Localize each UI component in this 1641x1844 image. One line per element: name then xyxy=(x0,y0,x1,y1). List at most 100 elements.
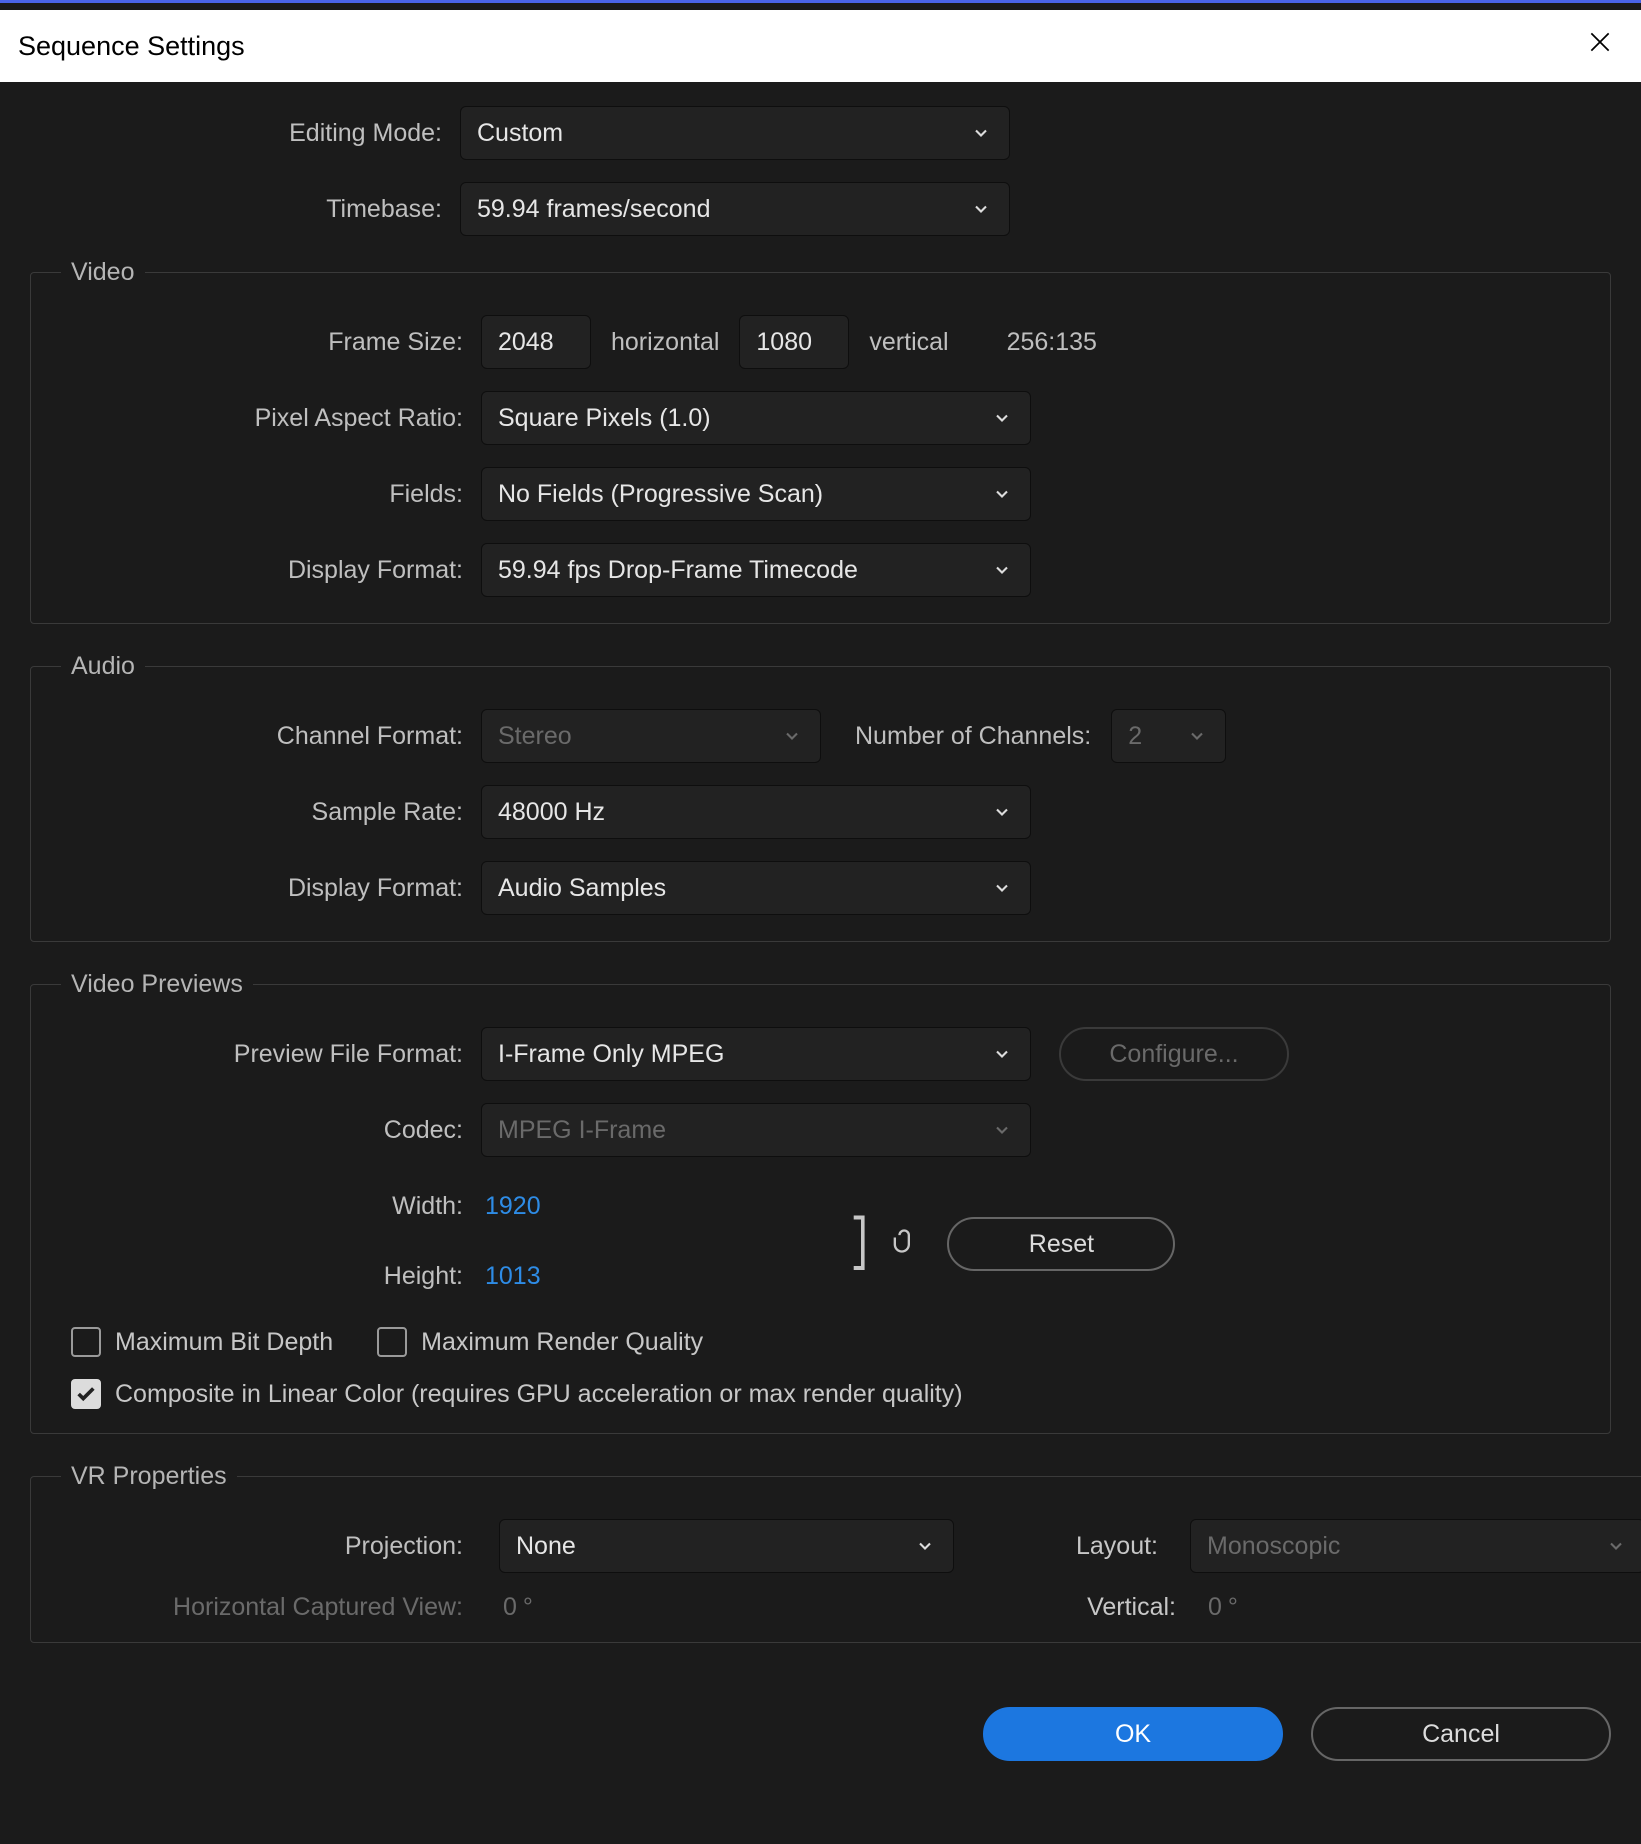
frame-height-input[interactable]: 1080 xyxy=(739,315,849,369)
timebase-value: 59.94 frames/second xyxy=(477,195,710,224)
channel-format-value: Stereo xyxy=(498,722,572,751)
app-topbar xyxy=(0,0,1641,10)
chevron-down-icon xyxy=(990,876,1014,900)
num-channels-label: Number of Channels: xyxy=(821,722,1111,751)
codec-label: Codec: xyxy=(51,1116,481,1145)
horizontal-label: horizontal xyxy=(591,328,739,357)
checkbox-icon xyxy=(377,1327,407,1357)
preview-file-format-select[interactable]: I-Frame Only MPEG xyxy=(481,1027,1031,1081)
max-render-quality-checkbox[interactable]: Maximum Render Quality xyxy=(377,1327,703,1357)
audio-display-format-label: Display Format: xyxy=(51,874,481,903)
max-bit-depth-checkbox[interactable]: Maximum Bit Depth xyxy=(71,1327,333,1357)
chevron-down-icon xyxy=(969,197,993,221)
chevron-down-icon xyxy=(990,482,1014,506)
degree-symbol: ° xyxy=(523,1593,533,1621)
v-captured-view-value-wrap: 0° xyxy=(1208,1593,1238,1622)
vertical-label: vertical xyxy=(849,328,968,357)
frame-width-value: 2048 xyxy=(498,328,554,357)
degree-symbol: ° xyxy=(1228,1593,1238,1621)
pixel-aspect-label: Pixel Aspect Ratio: xyxy=(51,404,481,433)
preview-file-format-label: Preview File Format: xyxy=(51,1040,481,1069)
layout-label: Layout: xyxy=(972,1532,1172,1561)
preview-height-value[interactable]: 1013 xyxy=(481,1262,541,1291)
cancel-label: Cancel xyxy=(1422,1720,1500,1749)
audio-legend: Audio xyxy=(61,652,145,681)
configure-label: Configure... xyxy=(1109,1040,1238,1069)
max-render-quality-label: Maximum Render Quality xyxy=(421,1328,703,1357)
projection-label: Projection: xyxy=(51,1532,481,1561)
sample-rate-value: 48000 Hz xyxy=(498,798,605,827)
checkbox-icon xyxy=(71,1327,101,1357)
chevron-down-icon xyxy=(780,724,804,748)
chevron-down-icon xyxy=(990,406,1014,430)
layout-select: Monoscopic xyxy=(1190,1519,1641,1573)
preview-width-value[interactable]: 1920 xyxy=(481,1192,541,1221)
frame-ratio-text: 256:135 xyxy=(1007,328,1097,357)
fields-select[interactable]: No Fields (Progressive Scan) xyxy=(481,467,1031,521)
configure-button: Configure... xyxy=(1059,1027,1289,1081)
projection-value: None xyxy=(516,1532,576,1561)
fields-label: Fields: xyxy=(51,480,481,509)
video-legend: Video xyxy=(61,258,145,287)
dialog-footer: OK Cancel xyxy=(0,1681,1641,1781)
channel-format-select: Stereo xyxy=(481,709,821,763)
audio-display-format-value: Audio Samples xyxy=(498,874,666,903)
h-captured-view-value: 0 xyxy=(503,1593,523,1621)
chevron-down-icon xyxy=(969,121,993,145)
sample-rate-select[interactable]: 48000 Hz xyxy=(481,785,1031,839)
video-display-format-value: 59.94 fps Drop-Frame Timecode xyxy=(498,556,858,585)
frame-height-value: 1080 xyxy=(756,328,812,357)
max-bit-depth-label: Maximum Bit Depth xyxy=(115,1328,333,1357)
composite-linear-checkbox[interactable]: Composite in Linear Color (requires GPU … xyxy=(71,1379,963,1409)
checkbox-checked-icon xyxy=(71,1379,101,1409)
composite-linear-label: Composite in Linear Color (requires GPU … xyxy=(115,1380,963,1409)
dialog-title: Sequence Settings xyxy=(18,31,245,62)
fields-value: No Fields (Progressive Scan) xyxy=(498,480,823,509)
codec-value: MPEG I-Frame xyxy=(498,1116,666,1145)
dialog-titlebar: Sequence Settings xyxy=(0,10,1641,82)
frame-size-label: Frame Size: xyxy=(51,328,481,357)
video-previews-group: Video Previews Preview File Format: I-Fr… xyxy=(30,970,1611,1434)
h-captured-view-label: Horizontal Captured View: xyxy=(51,1593,481,1622)
preview-height-label: Height: xyxy=(51,1262,481,1291)
vr-properties-group: VR Properties Projection: None Layout: M… xyxy=(30,1462,1641,1643)
chevron-down-icon xyxy=(1185,724,1209,748)
h-captured-view-value-wrap: 0° xyxy=(499,1593,954,1622)
pixel-aspect-select[interactable]: Square Pixels (1.0) xyxy=(481,391,1031,445)
layout-value: Monoscopic xyxy=(1207,1532,1340,1561)
reset-label: Reset xyxy=(1029,1230,1094,1259)
reset-button[interactable]: Reset xyxy=(947,1217,1175,1271)
v-captured-label: Vertical: xyxy=(972,1593,1190,1622)
link-icon[interactable] xyxy=(889,1227,947,1262)
editing-mode-select[interactable]: Custom xyxy=(460,106,1010,160)
projection-select[interactable]: None xyxy=(499,1519,954,1573)
frame-width-input[interactable]: 2048 xyxy=(481,315,591,369)
video-previews-legend: Video Previews xyxy=(61,970,253,999)
chevron-down-icon xyxy=(990,800,1014,824)
close-icon[interactable] xyxy=(1577,25,1623,67)
video-group: Video Frame Size: 2048 horizontal 1080 v… xyxy=(30,258,1611,624)
video-display-format-select[interactable]: 59.94 fps Drop-Frame Timecode xyxy=(481,543,1031,597)
video-display-format-label: Display Format: xyxy=(51,556,481,585)
editing-mode-value: Custom xyxy=(477,119,563,148)
chevron-down-icon xyxy=(1604,1534,1628,1558)
link-bracket-icon: ] xyxy=(848,1220,882,1268)
num-channels-select: 2 xyxy=(1111,709,1226,763)
chevron-down-icon xyxy=(990,558,1014,582)
cancel-button[interactable]: Cancel xyxy=(1311,1707,1611,1761)
channel-format-label: Channel Format: xyxy=(51,722,481,751)
dialog-content: Editing Mode: Custom Timebase: 59.94 fra… xyxy=(0,82,1641,1681)
chevron-down-icon xyxy=(990,1042,1014,1066)
editing-mode-label: Editing Mode: xyxy=(30,119,460,148)
num-channels-value: 2 xyxy=(1128,722,1142,751)
sample-rate-label: Sample Rate: xyxy=(51,798,481,827)
audio-group: Audio Channel Format: Stereo Number of C… xyxy=(30,652,1611,942)
timebase-select[interactable]: 59.94 frames/second xyxy=(460,182,1010,236)
audio-display-format-select[interactable]: Audio Samples xyxy=(481,861,1031,915)
preview-file-format-value: I-Frame Only MPEG xyxy=(498,1040,724,1069)
preview-width-label: Width: xyxy=(51,1192,481,1221)
chevron-down-icon xyxy=(990,1118,1014,1142)
ok-label: OK xyxy=(1115,1720,1151,1749)
ok-button[interactable]: OK xyxy=(983,1707,1283,1761)
chevron-down-icon xyxy=(913,1534,937,1558)
